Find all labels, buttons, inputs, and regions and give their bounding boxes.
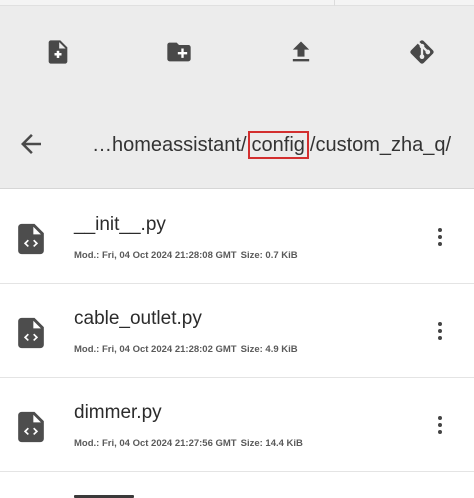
folder-plus-icon [167,42,191,62]
more-options-button[interactable] [430,412,450,438]
more-options-button[interactable] [430,224,450,250]
file-name: cable_outlet.py [74,308,202,329]
arrow-left-icon [21,134,41,154]
file-name: __init__.py [74,214,166,235]
file-plus-icon [48,40,68,64]
header: …homeassistant / config / custom_zha_q/ [0,6,474,189]
new-file-button[interactable] [38,34,78,70]
upload-button[interactable] [281,34,321,70]
file-row[interactable]: cable_outlet.py Mod.: Fri, 04 Oct 2024 2… [0,284,474,378]
file-list: __init__.py Mod.: Fri, 04 Oct 2024 21:28… [0,190,474,498]
list-item-partial[interactable] [0,472,474,498]
file-row[interactable]: dimmer.py Mod.: Fri, 04 Oct 2024 21:27:5… [0,378,474,472]
path-bar: …homeassistant / config / custom_zha_q/ [0,116,474,172]
file-name-cutoff [74,490,154,498]
breadcrumb: …homeassistant / config / custom_zha_q/ [92,128,451,162]
file-meta: Mod.: Fri, 04 Oct 2024 21:27:56 GMT Size:… [74,438,307,449]
upload-icon [292,41,310,62]
git-button[interactable] [402,34,442,70]
file-size: Size: 4.9 KiB [240,344,298,355]
more-options-button[interactable] [430,318,450,344]
back-button[interactable] [15,128,47,160]
breadcrumb-current-folder[interactable]: custom_zha_q/ [315,128,451,162]
file-modified: Mod.: Fri, 04 Oct 2024 21:27:56 GMT [74,438,237,449]
code-file-icon [17,410,45,444]
file-meta: Mod.: Fri, 04 Oct 2024 21:28:08 GMT Size:… [74,250,302,261]
file-modified: Mod.: Fri, 04 Oct 2024 21:28:02 GMT [74,344,237,355]
breadcrumb-prefix[interactable]: …homeassistant [92,128,241,162]
file-name: dimmer.py [74,402,162,423]
git-icon [410,40,434,64]
file-meta: Mod.: Fri, 04 Oct 2024 21:28:02 GMT Size:… [74,344,302,355]
code-file-icon [17,316,45,350]
file-row[interactable]: __init__.py Mod.: Fri, 04 Oct 2024 21:28… [0,190,474,284]
code-file-icon [17,222,45,256]
new-folder-button[interactable] [159,34,199,70]
file-modified: Mod.: Fri, 04 Oct 2024 21:28:08 GMT [74,250,237,261]
toolbar [0,6,474,96]
breadcrumb-separator: / [240,134,247,156]
file-size: Size: 0.7 KiB [240,250,298,261]
file-size: Size: 14.4 KiB [240,438,303,449]
breadcrumb-config[interactable]: config [247,131,309,159]
